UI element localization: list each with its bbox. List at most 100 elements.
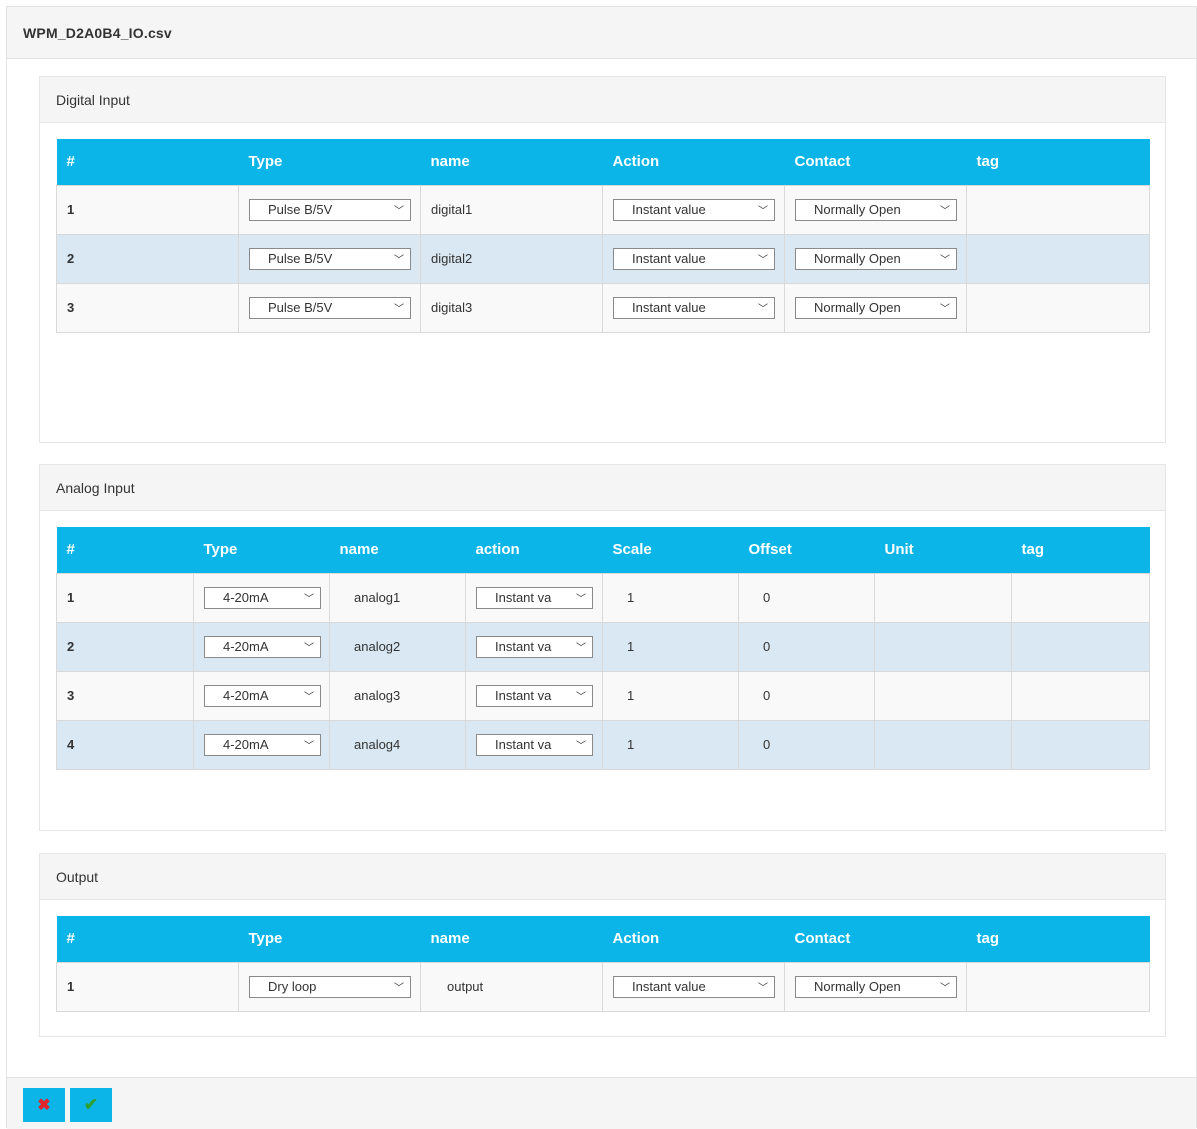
chevron-down-icon: ﹀ bbox=[304, 594, 314, 605]
type-select[interactable]: 4-20mA ﹀ bbox=[204, 635, 321, 658]
name-cell[interactable]: analog4 bbox=[329, 719, 466, 770]
unit-cell[interactable] bbox=[874, 719, 1012, 770]
table-row: 2 4-20mA ﹀ analog2 Instant va ﹀ 1 0 bbox=[56, 621, 1150, 672]
type-select[interactable]: Pulse B/5V ﹀ bbox=[249, 198, 411, 221]
table-row: 3 4-20mA ﹀ analog3 Instant va ﹀ 1 0 bbox=[56, 670, 1150, 721]
type-select-value: 4-20mA bbox=[223, 639, 269, 654]
type-select-value: 4-20mA bbox=[223, 688, 269, 703]
column-header-contact: Contact bbox=[784, 139, 967, 185]
row-number: 2 bbox=[56, 621, 194, 672]
scale-cell[interactable]: 1 bbox=[602, 572, 739, 623]
action-select[interactable]: Instant va ﹀ bbox=[476, 586, 593, 609]
row-number: 4 bbox=[56, 719, 194, 770]
action-select[interactable]: Instant va ﹀ bbox=[476, 733, 593, 756]
action-cell: Instant value ﹀ bbox=[602, 184, 785, 235]
type-select-value: 4-20mA bbox=[223, 590, 269, 605]
chevron-down-icon: ﹀ bbox=[576, 643, 586, 654]
contact-cell: Normally Open ﹀ bbox=[784, 184, 967, 235]
type-select-value: Pulse B/5V bbox=[268, 251, 333, 266]
name-cell[interactable]: digital1 bbox=[420, 184, 603, 235]
action-select[interactable]: Instant va ﹀ bbox=[476, 635, 593, 658]
action-select[interactable]: Instant value ﹀ bbox=[613, 296, 775, 319]
contact-select-value: Normally Open bbox=[814, 300, 901, 315]
cancel-button[interactable]: ✖ bbox=[23, 1088, 65, 1122]
action-select[interactable]: Instant value ﹀ bbox=[613, 198, 775, 221]
action-select-value: Instant va bbox=[495, 688, 552, 703]
type-select[interactable]: Pulse B/5V ﹀ bbox=[249, 247, 411, 270]
column-header-type: Type bbox=[238, 916, 421, 962]
dialog-footer: ✖ ✔ bbox=[7, 1077, 1196, 1129]
type-cell: Dry loop ﹀ bbox=[238, 961, 421, 1012]
table-header-row: # Type name Action Contact tag bbox=[56, 916, 1150, 962]
name-cell[interactable]: output bbox=[420, 961, 603, 1012]
type-select[interactable]: 4-20mA ﹀ bbox=[204, 586, 321, 609]
column-header-type: Type bbox=[238, 139, 421, 185]
table-row: 1 4-20mA ﹀ analog1 Instant va ﹀ 1 0 bbox=[56, 572, 1150, 623]
digital-input-table: # Type name Action Contact tag 1 Pulse B… bbox=[56, 139, 1150, 333]
chevron-down-icon: ﹀ bbox=[940, 983, 950, 994]
tag-cell[interactable] bbox=[1011, 719, 1150, 770]
scale-cell[interactable]: 1 bbox=[602, 719, 739, 770]
contact-select[interactable]: Normally Open ﹀ bbox=[795, 296, 957, 319]
io-config-dialog: WPM_D2A0B4_IO.csv Digital Input # Type n… bbox=[6, 6, 1197, 1129]
scale-cell[interactable]: 1 bbox=[602, 670, 739, 721]
column-header-scale: Scale bbox=[602, 527, 739, 573]
chevron-down-icon: ﹀ bbox=[304, 692, 314, 703]
table-row: 1 Dry loop ﹀ output Instant value ﹀ Normal… bbox=[56, 961, 1150, 1012]
row-number: 1 bbox=[56, 572, 194, 623]
unit-cell[interactable] bbox=[874, 572, 1012, 623]
contact-select-value: Normally Open bbox=[814, 202, 901, 217]
offset-cell[interactable]: 0 bbox=[738, 670, 875, 721]
action-cell: Instant va ﹀ bbox=[465, 719, 603, 770]
tag-cell[interactable] bbox=[1011, 572, 1150, 623]
action-select[interactable]: Instant value ﹀ bbox=[613, 975, 775, 998]
contact-select[interactable]: Normally Open ﹀ bbox=[795, 247, 957, 270]
name-cell[interactable]: analog1 bbox=[329, 572, 466, 623]
action-select[interactable]: Instant va ﹀ bbox=[476, 684, 593, 707]
tag-cell[interactable] bbox=[966, 282, 1150, 333]
tag-cell[interactable] bbox=[966, 961, 1150, 1012]
contact-select[interactable]: Normally Open ﹀ bbox=[795, 198, 957, 221]
row-number: 1 bbox=[56, 961, 239, 1012]
action-select-value: Instant va bbox=[495, 639, 552, 654]
action-select[interactable]: Instant value ﹀ bbox=[613, 247, 775, 270]
name-cell[interactable]: analog2 bbox=[329, 621, 466, 672]
type-select[interactable]: Pulse B/5V ﹀ bbox=[249, 296, 411, 319]
confirm-button[interactable]: ✔ bbox=[70, 1088, 112, 1122]
tag-cell[interactable] bbox=[966, 233, 1150, 284]
column-header-action: action bbox=[465, 527, 603, 573]
contact-cell: Normally Open ﹀ bbox=[784, 961, 967, 1012]
type-select[interactable]: 4-20mA ﹀ bbox=[204, 684, 321, 707]
column-header-offset: Offset bbox=[738, 527, 875, 573]
type-select[interactable]: Dry loop ﹀ bbox=[249, 975, 411, 998]
dialog-title: WPM_D2A0B4_IO.csv bbox=[23, 24, 172, 41]
offset-cell[interactable]: 0 bbox=[738, 572, 875, 623]
action-cell: Instant value ﹀ bbox=[602, 961, 785, 1012]
tag-cell[interactable] bbox=[1011, 670, 1150, 721]
unit-cell[interactable] bbox=[874, 621, 1012, 672]
offset-cell[interactable]: 0 bbox=[738, 719, 875, 770]
chevron-down-icon: ﹀ bbox=[394, 304, 404, 315]
type-cell: 4-20mA ﹀ bbox=[193, 670, 330, 721]
type-select-value: Pulse B/5V bbox=[268, 300, 333, 315]
unit-cell[interactable] bbox=[874, 670, 1012, 721]
contact-cell: Normally Open ﹀ bbox=[784, 282, 967, 333]
row-number: 1 bbox=[56, 184, 239, 235]
type-select-value: Dry loop bbox=[268, 979, 317, 994]
tag-cell[interactable] bbox=[966, 184, 1150, 235]
contact-select[interactable]: Normally Open ﹀ bbox=[795, 975, 957, 998]
tag-cell[interactable] bbox=[1011, 621, 1150, 672]
scale-cell[interactable]: 1 bbox=[602, 621, 739, 672]
type-select-value: Pulse B/5V bbox=[268, 202, 333, 217]
offset-cell[interactable]: 0 bbox=[738, 621, 875, 672]
row-number: 2 bbox=[56, 233, 239, 284]
output-heading: Output bbox=[40, 854, 1165, 900]
type-select[interactable]: 4-20mA ﹀ bbox=[204, 733, 321, 756]
name-cell[interactable]: digital2 bbox=[420, 233, 603, 284]
name-cell[interactable]: digital3 bbox=[420, 282, 603, 333]
chevron-down-icon: ﹀ bbox=[940, 255, 950, 266]
name-cell[interactable]: analog3 bbox=[329, 670, 466, 721]
column-header-num: # bbox=[56, 916, 239, 962]
contact-cell: Normally Open ﹀ bbox=[784, 233, 967, 284]
action-select-value: Instant value bbox=[632, 300, 706, 315]
